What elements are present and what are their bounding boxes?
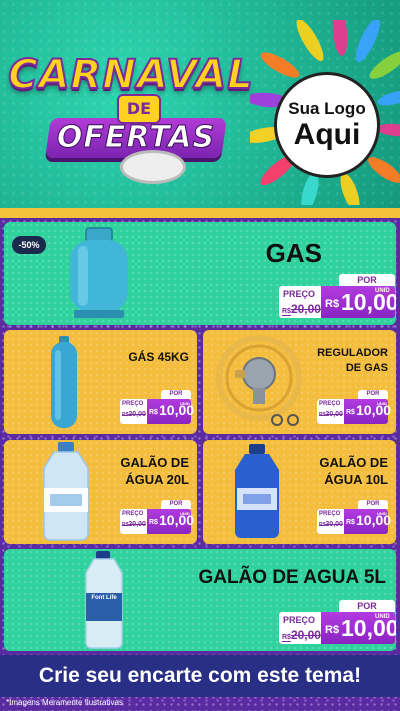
product-card-galao-5l[interactable]: Font Life GALÃO DE AGUA 5L POR PREÇO R$2… bbox=[4, 549, 396, 651]
price-box: PREÇO R$20,00 R$ 10,00 UNID bbox=[279, 286, 396, 318]
product-card-regulador[interactable]: REGULADOR DE GAS POR PREÇO R$20,00 R$ 10… bbox=[203, 330, 396, 434]
product-card-gas[interactable]: -50% GAS POR PREÇO R$20,00 R$ 10,00 UNID bbox=[4, 222, 396, 325]
product-name: GALÃO DE ÁGUA 20L bbox=[120, 455, 189, 487]
title-de: DE bbox=[117, 94, 161, 124]
logo-placeholder: Sua Logo Aqui bbox=[274, 72, 380, 178]
disclaimer-text: *Imagens Meramente Ilustrativas bbox=[6, 698, 123, 707]
title-carnaval: CARNAVAL bbox=[7, 51, 254, 99]
cta-text: Crie seu encarte com este tema! bbox=[38, 664, 362, 687]
header-banner: Sua Logo Aqui CARNAVAL OFERTAS DE bbox=[0, 0, 400, 218]
product-card-galao-10l[interactable]: GALÃO DE ÁGUA 10L POR PREÇO R$20,00 R$ 1… bbox=[203, 440, 396, 544]
price-tag: POR PREÇO R$20,00 R$ 10,00 UNID bbox=[279, 600, 396, 644]
water-jug-20l-icon bbox=[43, 442, 89, 541]
tambourine-icon bbox=[120, 150, 186, 184]
price-tag: POR PREÇO R$20,00 R$ 10,00 UNID bbox=[317, 500, 391, 534]
price-tag: POR PREÇO R$20,00 R$ 10,00 UNID bbox=[279, 274, 396, 318]
title-ofertas: OFERTAS bbox=[56, 120, 216, 156]
product-name: GALÃO DE ÁGUA 10L bbox=[319, 455, 388, 487]
product-name: GÁS 45KG bbox=[128, 350, 189, 364]
product-card-gas-45kg[interactable]: GÁS 45KG POR PREÇO R$20,00 R$ 10,00 UNID bbox=[4, 330, 197, 434]
tall-gas-cylinder-icon bbox=[51, 336, 77, 428]
currency-label: R$ bbox=[325, 298, 340, 310]
product-name: GAS bbox=[265, 238, 322, 268]
old-price: R$20,00 bbox=[282, 302, 321, 316]
product-card-galao-20l[interactable]: GALÃO DE ÁGUA 20L POR PREÇO R$20,00 R$ 1… bbox=[4, 440, 197, 544]
header-bottom-stripe bbox=[0, 208, 400, 218]
price-tag: POR PREÇO R$20,00 R$ 10,00 UNID bbox=[120, 500, 194, 534]
logo-text-line2: Aqui bbox=[293, 118, 361, 151]
logo-text-line1: Sua Logo bbox=[288, 99, 366, 118]
por-label: POR bbox=[339, 274, 395, 286]
bottle-label-text: Font Life bbox=[91, 595, 117, 601]
gas-cylinder-icon bbox=[70, 227, 128, 318]
unit-label: UNID bbox=[375, 288, 390, 294]
gas-regulator-icon bbox=[216, 335, 302, 426]
product-name: GALÃO DE AGUA 5L bbox=[198, 567, 386, 588]
price-tag: POR PREÇO R$20,00 R$ 10,00 UNID bbox=[120, 390, 194, 424]
product-name: REGULADOR DE GAS bbox=[317, 347, 388, 374]
preco-label: PREÇO bbox=[283, 289, 316, 299]
cta-banner[interactable]: Crie seu encarte com este tema! bbox=[0, 655, 400, 697]
water-jug-10l-icon bbox=[235, 444, 279, 538]
discount-badge: -50% bbox=[12, 236, 46, 254]
price-tag: POR PREÇO R$20,00 R$ 10,00 UNID bbox=[317, 390, 391, 424]
